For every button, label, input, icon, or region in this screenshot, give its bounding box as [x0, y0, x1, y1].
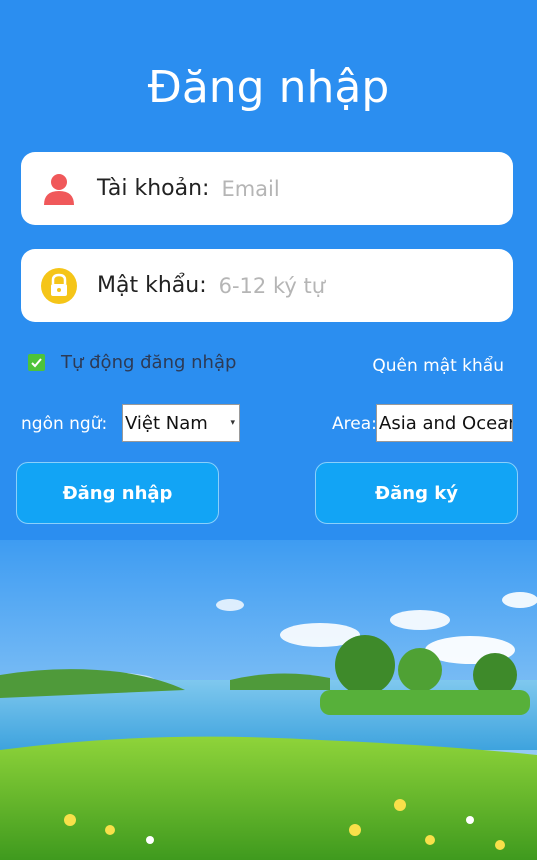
- page-title: Đăng nhập: [147, 62, 390, 113]
- auto-login-option[interactable]: Tự động đăng nhập: [28, 352, 236, 373]
- account-label: Tài khoản:: [97, 176, 210, 201]
- user-icon: [44, 173, 74, 205]
- dropdown-arrow-icon: ▾: [230, 418, 235, 428]
- language-selected-value: Việt Nam: [125, 412, 208, 434]
- check-icon: [31, 358, 42, 368]
- email-input[interactable]: [221, 176, 482, 201]
- language-select[interactable]: Việt Nam ▾: [122, 404, 240, 442]
- account-field[interactable]: Tài khoản:: [21, 152, 513, 225]
- lock-icon: [41, 267, 77, 304]
- area-selected-value: Asia and Oceania: [379, 412, 512, 434]
- dropdown-arrow-icon: ▾: [503, 418, 508, 428]
- auto-login-label: Tự động đăng nhập: [61, 352, 237, 373]
- login-screen: Đăng nhập Tài khoản: Mật khẩu: Tự động đ…: [0, 0, 537, 860]
- area-select[interactable]: Asia and Oceania ▾: [376, 404, 513, 442]
- password-input[interactable]: [218, 273, 479, 298]
- forgot-password-link[interactable]: Quên mật khẩu: [372, 356, 504, 376]
- language-label: ngôn ngữ:: [21, 414, 108, 434]
- password-label: Mật khẩu:: [97, 273, 207, 298]
- area-label: Area:: [332, 414, 377, 434]
- auto-login-checkbox[interactable]: [28, 354, 45, 371]
- password-field[interactable]: Mật khẩu:: [21, 249, 513, 322]
- register-button[interactable]: Đăng ký: [315, 462, 518, 524]
- landscape-background-image: [0, 540, 537, 860]
- login-button[interactable]: Đăng nhập: [16, 462, 219, 524]
